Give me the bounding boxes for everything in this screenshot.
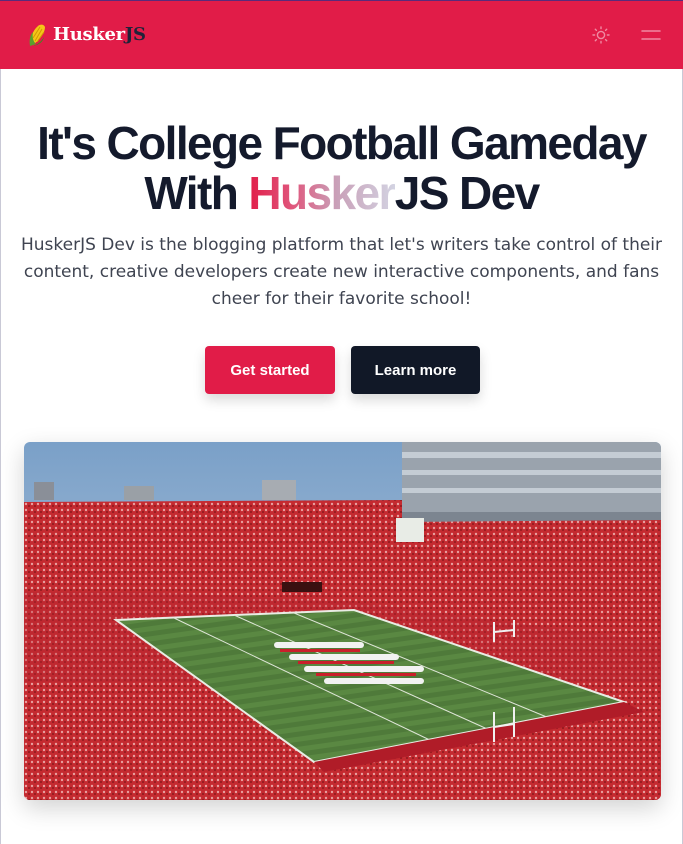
headline-with: With [144, 167, 249, 219]
hamburger-menu-icon[interactable] [639, 23, 663, 47]
top-nav-bar: HuskerJS [0, 0, 683, 69]
headline-end: JS Dev [394, 167, 540, 219]
corn-icon [29, 24, 45, 46]
headline-line1: It's College Football Gameday [37, 117, 647, 169]
headline-highlight: Husker [248, 167, 396, 219]
sun-icon[interactable] [589, 23, 613, 47]
learn-more-button[interactable]: Learn more [351, 346, 480, 394]
stadium-photo [24, 442, 661, 800]
get-started-button[interactable]: Get started [205, 346, 335, 394]
hero-headline: It's College Football Gameday With Huske… [0, 118, 683, 218]
hero-subtitle: HuskerJS Dev is the blogging platform th… [20, 235, 663, 309]
brand-name-part1: Husker [53, 24, 125, 45]
brand-name-part2: JS [124, 24, 146, 45]
brand-home-link[interactable]: HuskerJS [28, 23, 146, 47]
